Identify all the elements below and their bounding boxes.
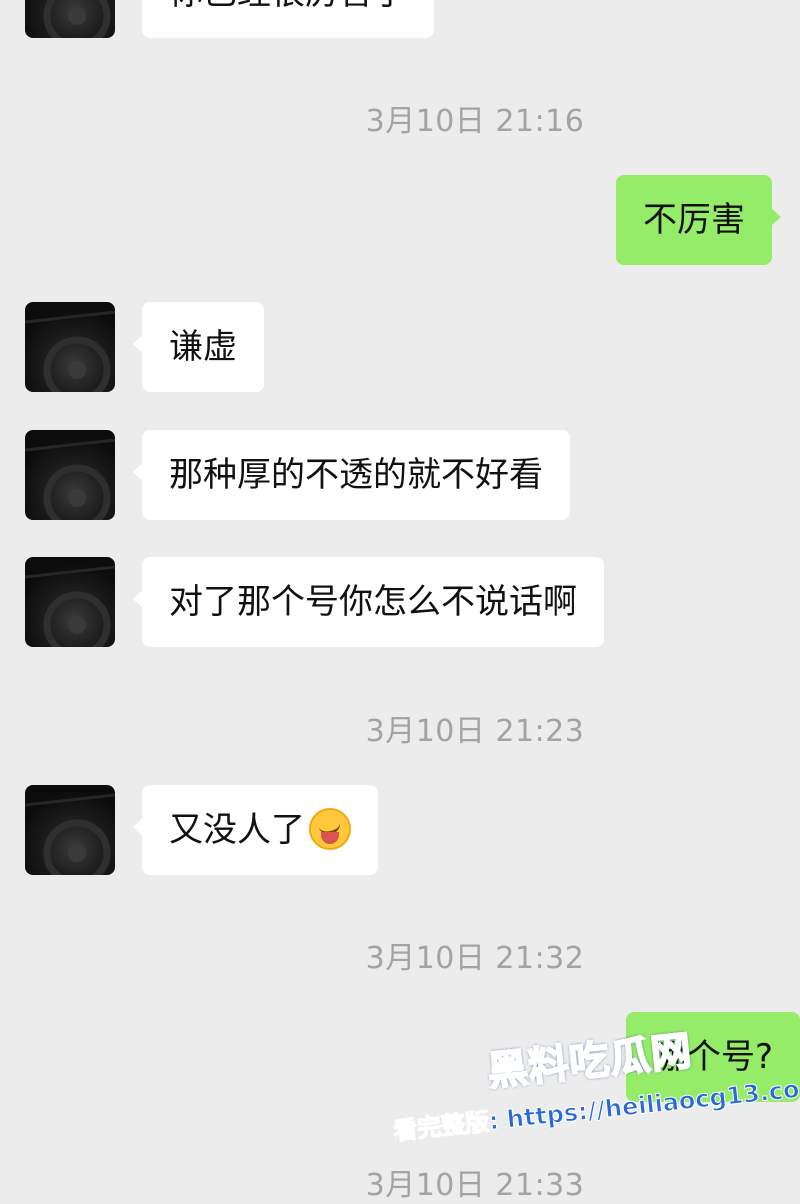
message-text: 不厉害 (643, 200, 745, 240)
message-bubble-self[interactable]: 不厉害 (616, 175, 781, 265)
contact-avatar[interactable] (25, 430, 115, 520)
facepalm-emoji-icon (309, 807, 351, 850)
message-text: 对了那个号你怎么不说话啊 (169, 582, 577, 622)
contact-avatar[interactable] (25, 785, 115, 875)
message-text: 那种厚的不透的就不好看 (169, 455, 543, 495)
message-bubble[interactable]: 对了那个号你怎么不说话啊 (133, 557, 604, 647)
message-text: 谦虚 (169, 327, 237, 367)
contact-avatar[interactable] (25, 557, 115, 647)
contact-avatar[interactable] (25, 302, 115, 392)
chat-window: 你已经很厉害了 3月10日 21:16 不厉害 谦虚 那种厚的不透的就不好看 对… (0, 0, 800, 1203)
message-bubble[interactable]: 那种厚的不透的就不好看 (133, 430, 570, 520)
message-text: 你已经很厉害了 (169, 0, 407, 13)
message-bubble[interactable]: 又没人了 (133, 785, 378, 875)
contact-avatar[interactable] (25, 0, 115, 38)
message-timestamp: 3月10日 21:16 (365, 104, 585, 139)
message-timestamp: 3月10日 21:23 (365, 714, 585, 749)
message-timestamp: 3月10日 21:32 (365, 941, 585, 976)
message-text: 又没人了 (169, 810, 305, 850)
message-bubble[interactable]: 你已经很厉害了 (142, 0, 434, 38)
message-bubble[interactable]: 谦虚 (133, 302, 264, 392)
